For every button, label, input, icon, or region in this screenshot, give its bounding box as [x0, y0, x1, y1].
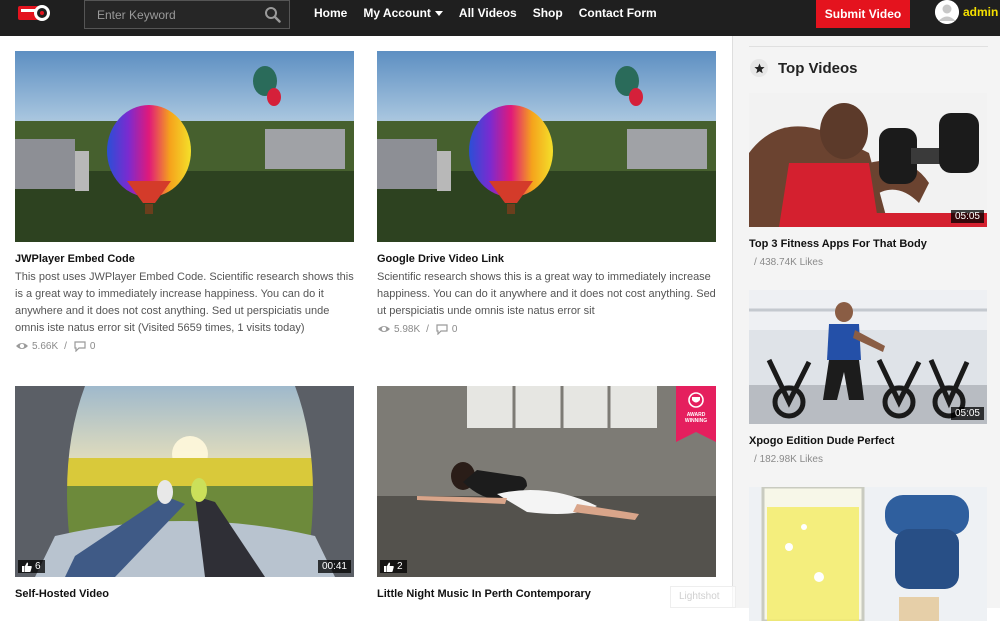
hot-air-balloon-image: [15, 51, 354, 242]
likes-count: 438.74K Likes: [759, 257, 823, 268]
likes-count: 182.98K Likes: [759, 454, 823, 465]
video-thumbnail[interactable]: 05:05: [749, 290, 987, 424]
eye-icon: [378, 326, 390, 332]
duration-badge: 05:05: [950, 210, 984, 223]
post-excerpt: This post uses JWPlayer Embed Code. Scie…: [15, 271, 354, 334]
post-excerpt: Scientific research shows this is a grea…: [377, 271, 716, 317]
comment-icon: [436, 324, 448, 335]
search-box: [84, 0, 290, 29]
hot-air-balloon-image: [377, 51, 716, 242]
view-count: 5.66K: [32, 340, 59, 352]
post-title[interactable]: Little Night Music In Perth Contemporary: [377, 588, 716, 600]
post-card: Google Drive Video Link Scientific resea…: [377, 51, 716, 335]
post-title[interactable]: Self-Hosted Video: [15, 588, 354, 600]
video-thumbnail[interactable]: [749, 487, 987, 621]
likes-badge: 2: [380, 560, 407, 573]
search-input[interactable]: [85, 1, 255, 28]
video-title[interactable]: Top 3 Fitness Apps For That Body: [749, 238, 987, 250]
dancer-image: [377, 386, 716, 577]
post-card: 6 00:41 Self-Hosted Video: [15, 386, 354, 600]
spin-bike-image: [749, 290, 987, 424]
thumbs-up-icon: [384, 562, 394, 572]
post-card: 2 AWARD WINNING Little Night Music In Pe…: [377, 386, 716, 600]
comment-icon: [74, 341, 86, 352]
nav-contact-form[interactable]: Contact Form: [579, 6, 657, 20]
submit-video-button[interactable]: Submit Video: [816, 0, 910, 28]
comment-count[interactable]: 0: [90, 341, 96, 352]
likes-badge: 6: [18, 560, 45, 573]
post-thumbnail[interactable]: [15, 51, 354, 242]
post-meta: 5.66K / 0: [15, 340, 354, 352]
site-header: Home My Account All Videos Shop Contact …: [0, 0, 1000, 36]
post-title[interactable]: Google Drive Video Link: [377, 253, 716, 265]
lightshot-watermark: Lightshot: [670, 586, 736, 608]
top-video-item: [749, 487, 987, 621]
fitness-dumbbell-image: [749, 93, 987, 227]
meta-separator: /: [64, 340, 67, 352]
award-label: AWARD WINNING: [684, 412, 708, 424]
video-title[interactable]: Xpogo Edition Dude Perfect: [749, 435, 987, 447]
user-menu[interactable]: admin: [935, 0, 998, 24]
post-thumbnail[interactable]: 2 AWARD WINNING: [377, 386, 716, 577]
avatar[interactable]: [935, 0, 959, 24]
post-thumbnail[interactable]: [377, 51, 716, 242]
nav-my-account[interactable]: My Account: [363, 6, 443, 20]
post-meta: 5.98K / 0: [377, 323, 716, 335]
widget-header: Top Videos: [750, 59, 857, 77]
nav-home[interactable]: Home: [314, 6, 347, 20]
water-glass-dumbbell-image: [749, 487, 987, 621]
user-name[interactable]: admin: [963, 5, 998, 19]
likes-count: 2: [397, 561, 403, 572]
top-video-item: 05:05 Xpogo Edition Dude Perfect / 182.9…: [749, 290, 987, 465]
search-icon[interactable]: [264, 6, 281, 23]
widget-title: Top Videos: [778, 59, 858, 77]
video-likes: / 182.98K Likes: [754, 454, 987, 465]
nav-shop[interactable]: Shop: [533, 6, 563, 20]
duration-badge: 05:05: [950, 407, 984, 420]
sidebar: Top Videos 05:05 Top 3 Fitness Apps For …: [732, 36, 1000, 621]
nav-my-account-label: My Account: [363, 6, 431, 20]
main-nav: Home My Account All Videos Shop Contact …: [314, 0, 673, 26]
sidebar-divider: [749, 46, 988, 47]
nav-all-videos[interactable]: All Videos: [459, 6, 517, 20]
top-video-item: 05:05 Top 3 Fitness Apps For That Body /…: [749, 93, 987, 268]
post-title[interactable]: JWPlayer Embed Code: [15, 253, 354, 265]
eye-icon: [16, 343, 28, 349]
comment-count[interactable]: 0: [452, 324, 458, 335]
thumbs-up-icon: [22, 562, 32, 572]
post-thumbnail[interactable]: 6 00:41: [15, 386, 354, 577]
view-count: 5.98K: [394, 323, 421, 335]
duration-badge: 00:41: [317, 560, 351, 573]
star-icon: [750, 59, 768, 77]
chevron-down-icon: [434, 11, 443, 16]
likes-count: 6: [35, 561, 41, 572]
video-thumbnail[interactable]: 05:05: [749, 93, 987, 227]
car-trunk-sunset-image: [15, 386, 354, 577]
video-camera-logo-icon[interactable]: [16, 3, 52, 23]
meta-separator: /: [426, 323, 429, 335]
video-likes: / 438.74K Likes: [754, 257, 987, 268]
post-card: JWPlayer Embed Code This post uses JWPla…: [15, 51, 354, 352]
